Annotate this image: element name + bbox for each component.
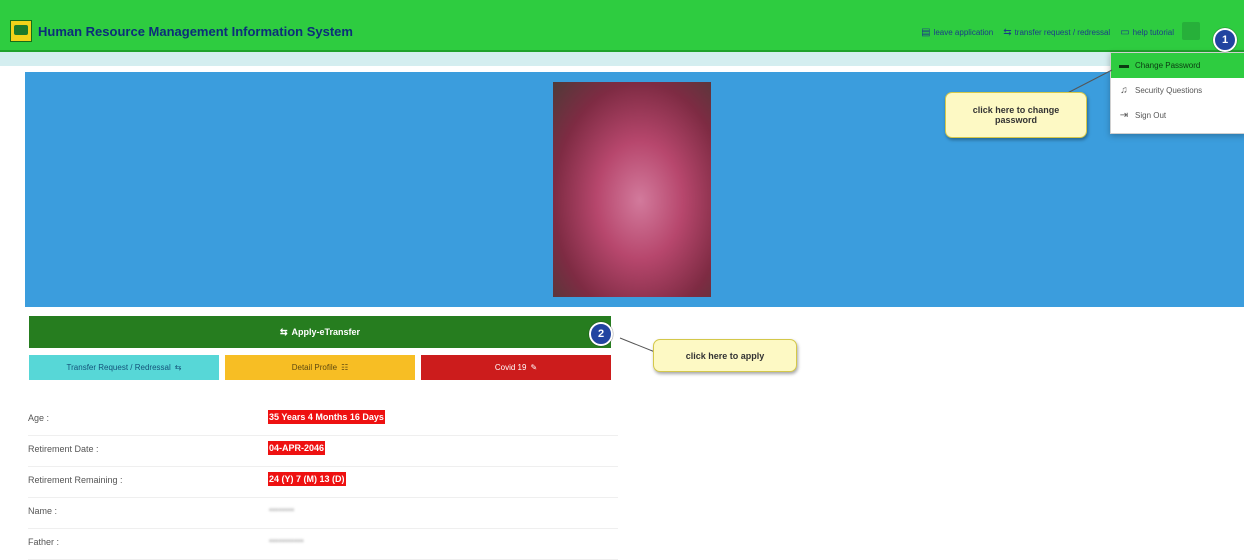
callout-text: click here to change password — [972, 105, 1060, 125]
menu-item-label: Change Password — [1135, 61, 1201, 70]
transfer-icon: ⇆ — [1003, 27, 1012, 38]
app-title: Human Resource Management Information Sy… — [38, 24, 353, 39]
key-icon: ▬ — [1119, 60, 1129, 71]
signout-icon: ⇥ — [1119, 110, 1129, 121]
info-row-retirement-remaining: Retirement Remaining : 24 (Y) 7 (M) 13 (… — [28, 467, 618, 498]
nav-label: help tutorial — [1132, 28, 1174, 37]
step-badge-1: 1 — [1213, 28, 1237, 52]
covid-19-button[interactable]: Covid 19 ✎ — [421, 355, 611, 380]
info-row-name: Name : •••••••• — [28, 498, 618, 529]
transfer-icon: ⇆ — [279, 326, 288, 337]
action-button-row: Transfer Request / Redressal ⇆ Detail Pr… — [29, 355, 611, 380]
user-menu-button[interactable] — [1182, 22, 1200, 40]
info-row-father: Father : ••••••••••• — [28, 529, 618, 560]
info-value: ••••••••••• — [269, 536, 304, 546]
info-value: 04-APR-2046 — [268, 441, 326, 455]
profile-icon: ☷ — [341, 363, 349, 372]
user-dropdown-menu: ▬ Change Password ♫ Security Questions ⇥… — [1110, 52, 1244, 134]
monitor-icon: ▭ — [1120, 27, 1130, 38]
nav-label: leave application — [933, 28, 994, 37]
info-label: Name : — [28, 506, 58, 516]
info-label: Age : — [28, 413, 50, 423]
info-value: •••••••• — [269, 505, 295, 515]
info-row-age: Age : 35 Years 4 Months 16 Days — [28, 405, 618, 436]
step-badge-2: 2 — [589, 322, 613, 346]
info-label: Retirement Date : — [28, 444, 99, 454]
info-value: 24 (Y) 7 (M) 13 (D) — [268, 472, 346, 486]
callout-apply: click here to apply — [653, 339, 797, 372]
button-label: Transfer Request / Redressal — [66, 363, 171, 372]
menu-item-change-password[interactable]: ▬ Change Password — [1111, 53, 1244, 78]
info-label: Retirement Remaining : — [28, 475, 123, 485]
menu-item-sign-out[interactable]: ⇥ Sign Out — [1111, 103, 1244, 128]
app-logo — [10, 20, 32, 42]
profile-info-list: Age : 35 Years 4 Months 16 Days Retireme… — [28, 405, 618, 560]
info-value: 35 Years 4 Months 16 Days — [268, 410, 385, 424]
sub-header-bar — [0, 52, 1244, 66]
callout-change-password: click here to change password — [945, 92, 1087, 138]
nav-leave-application[interactable]: ▤ leave application — [921, 27, 993, 38]
menu-item-label: Sign Out — [1135, 111, 1167, 120]
button-label: Covid 19 — [494, 363, 527, 372]
callout-text: click here to apply — [685, 350, 765, 361]
info-label: Father : — [28, 537, 60, 547]
info-row-retirement-date: Retirement Date : 04-APR-2046 — [28, 436, 618, 467]
nav-transfer-request[interactable]: ⇆ transfer request / redressal — [1003, 27, 1110, 38]
detail-profile-button[interactable]: Detail Profile ☷ — [225, 355, 415, 380]
button-label: Apply-eTransfer — [291, 327, 361, 337]
header-nav: ▤ leave application ⇆ transfer request /… — [921, 27, 1174, 38]
nav-label: transfer request / redressal — [1014, 28, 1111, 37]
transfer-request-button[interactable]: Transfer Request / Redressal ⇆ — [29, 355, 219, 380]
profile-photo — [553, 82, 711, 297]
calendar-icon: ▤ — [921, 27, 931, 38]
pencil-icon: ✎ — [530, 363, 538, 372]
menu-item-label: Security Questions — [1135, 86, 1203, 95]
menu-item-security-questions[interactable]: ♫ Security Questions — [1111, 78, 1244, 103]
apply-etransfer-button[interactable]: ⇆ Apply-eTransfer — [29, 316, 611, 348]
transfer-icon: ⇆ — [174, 363, 182, 372]
nav-help-tutorial[interactable]: ▭ help tutorial — [1120, 27, 1174, 38]
top-header: Human Resource Management Information Sy… — [0, 0, 1244, 52]
button-label: Detail Profile — [291, 363, 338, 372]
bell-icon: ♫ — [1120, 85, 1128, 96]
